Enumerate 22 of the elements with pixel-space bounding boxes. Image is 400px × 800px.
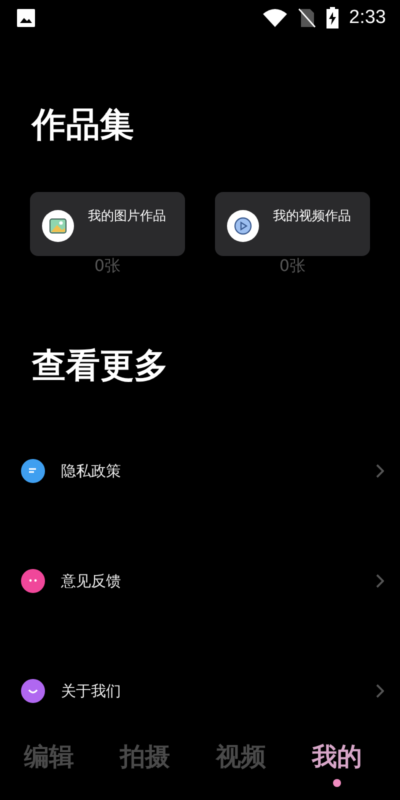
image-icon (16, 8, 36, 28)
chevron-right-icon (376, 464, 384, 478)
chevron-right-icon (376, 574, 384, 588)
card-title: 我的图片作品 (88, 208, 166, 225)
tab[interactable]: 我的 (312, 728, 362, 787)
section-title: 作品集 (30, 104, 135, 147)
picture-icon (42, 210, 74, 242)
chevron-right-icon (376, 684, 384, 698)
section-title: 查看更多 (30, 345, 169, 388)
menu-item[interactable]: 关于我们 (61, 682, 376, 700)
menu-item[interactable]: 意见反馈 (61, 572, 376, 590)
battery-charging-icon (326, 7, 340, 29)
works-card[interactable]: 我的图片作品 (30, 192, 185, 256)
no-sim-icon (298, 8, 316, 28)
play-icon (227, 210, 259, 242)
menu-item[interactable]: 隐私政策 (61, 462, 376, 480)
item-count: 0张 (279, 256, 306, 277)
item-count: 0张 (94, 256, 121, 277)
wifi-icon (262, 8, 288, 28)
card-title: 我的视频作品 (273, 208, 351, 225)
clock-time: 2:33 (349, 7, 386, 29)
works-card[interactable]: 我的视频作品 (215, 192, 370, 256)
